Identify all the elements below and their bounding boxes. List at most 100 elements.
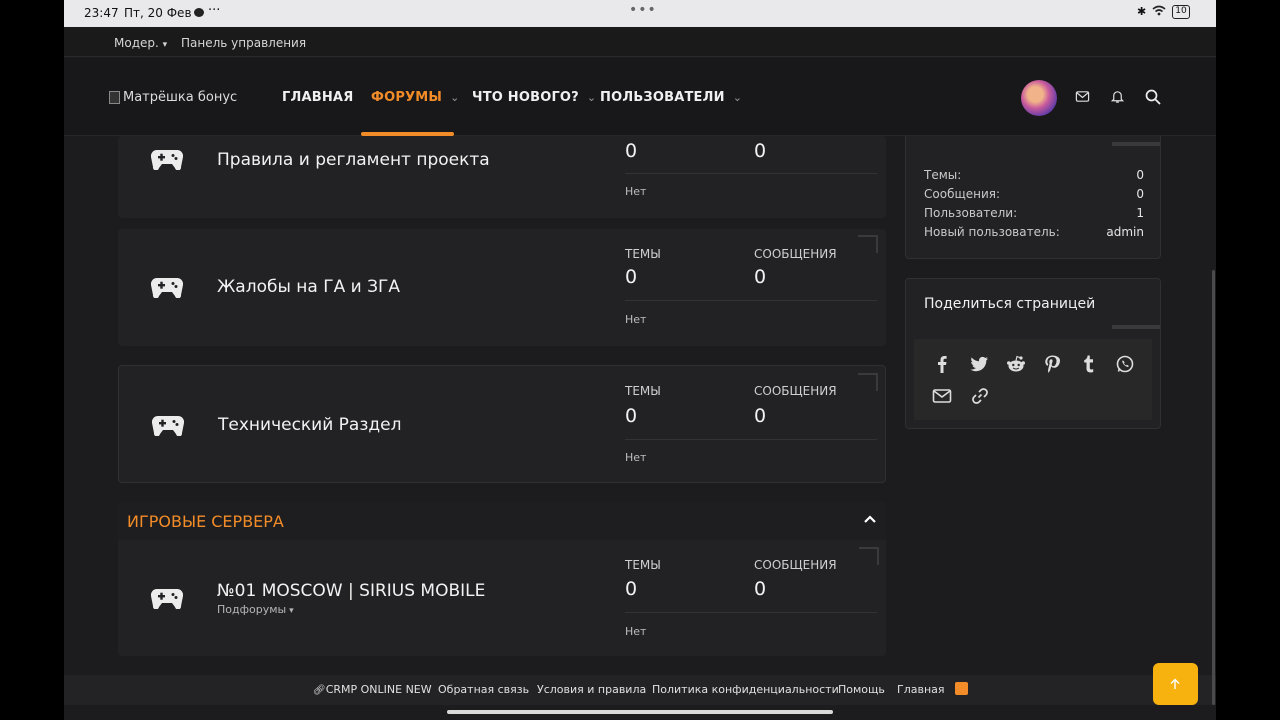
moderator-label: Модер. [114,36,159,50]
chevron-down-icon[interactable]: ⌄ [733,91,742,104]
avatar[interactable] [1021,80,1057,116]
gamepad-icon [151,277,183,298]
stat-row-messages: Сообщения: 0 [924,187,1144,201]
forum-title[interactable]: №01 MOSCOW | SIRIUS MOBILE [217,581,485,601]
moderator-menu[interactable]: Модер. ▾ [114,36,167,50]
scroll-to-top-button[interactable] [1153,663,1198,705]
scrollbar[interactable] [1212,270,1215,705]
corner-decoration [859,547,879,565]
forum-node[interactable]: №01 MOSCOW | SIRIUS MOBILE Подфорумы ▾ Т… [118,540,886,656]
footer-privacy-link[interactable]: Политика конфиденциальности [652,683,839,696]
divider [625,300,877,301]
forum-title[interactable]: Правила и регламент проекта [217,150,490,170]
forum-title[interactable]: Технический Раздел [218,415,401,435]
twitter-icon[interactable] [969,354,989,374]
nav-forums[interactable]: ФОРУМЫ ⌄ [371,90,460,105]
clock: 23:47 [84,6,119,20]
stat-label: Сообщения: [924,187,1001,201]
nav-forums-label: ФОРУМЫ [371,90,443,105]
corner-decoration [858,235,878,253]
nav-whats-new-label: ЧТО НОВОГО? [472,90,579,105]
widget-accent-bar [1112,142,1160,146]
messages-count: 0 [754,266,767,288]
forum-node[interactable]: Жалобы на ГА и ЗГА ТЕМЫ СООБЩЕНИЯ 0 0 Не… [118,229,886,346]
site-logo[interactable]: Матрёшка бонус [109,90,237,105]
more-notifications: ··· [208,3,221,18]
multitask-dots[interactable]: ••• [629,2,657,18]
stat-row-members: Пользователи: 1 [924,206,1144,220]
browser-viewport: 23:47 Пт, 20 Фев ··· ••• ✱ 10 Модер. ▾ П… [64,0,1216,720]
status-bar: 23:47 Пт, 20 Фев ··· ••• ✱ 10 [64,0,1216,27]
last-post: Нет [625,185,647,198]
footer-help-link[interactable]: Помощь [838,683,885,696]
last-post: Нет [625,625,647,638]
stat-value: 0 [1136,187,1144,201]
footer-home-link[interactable]: 🔗︎CRMP ONLINE NEW [313,683,432,696]
footer-link-label: CRMP ONLINE NEW [325,683,432,696]
facebook-icon[interactable] [932,354,952,374]
wifi-icon [1152,5,1166,19]
category-title[interactable]: ИГРОВЫЕ СЕРВЕРА [127,512,284,531]
admin-panel-link[interactable]: Панель управления [181,36,306,50]
chevron-down-icon: ▾ [286,606,294,616]
nav-whats-new[interactable]: ЧТО НОВОГО? ⌄ [472,90,596,105]
battery-indicator: 10 [1172,5,1190,19]
inbox-icon[interactable] [1075,89,1091,105]
stat-value: 1 [1136,206,1144,220]
nav-members-label: ПОЛЬЗОВАТЕЛИ [600,90,725,105]
reddit-icon[interactable] [1006,354,1026,374]
footer-bar: 🔗︎CRMP ONLINE NEW Обратная связь Условия… [64,675,1216,705]
chevron-up-icon[interactable] [862,511,878,527]
nav-home[interactable]: ГЛАВНАЯ [282,90,353,105]
pinterest-icon[interactable] [1042,354,1062,374]
bell-icon[interactable] [1110,89,1126,105]
forum-node[interactable]: Технический Раздел ТЕМЫ СООБЩЕНИЯ 0 0 Не… [118,365,886,483]
stat-label: Новый пользователь: [924,225,1060,239]
forum-node[interactable]: Правила и регламент проекта 0 0 Нет [118,136,886,218]
newest-member-link[interactable]: admin [1106,225,1144,239]
divider [625,173,877,174]
divider [625,612,877,613]
gamepad-icon [151,588,183,609]
chevron-down-icon[interactable]: ⌄ [587,91,596,104]
footer-feedback-link[interactable]: Обратная связь [438,683,529,696]
threads-label: ТЕМЫ [625,558,661,572]
category-header: ИГРОВЫЕ СЕРВЕРА [118,502,886,540]
messages-label: СООБЩЕНИЯ [754,247,837,261]
chevron-down-icon[interactable]: ⌄ [450,91,459,104]
messages-label: СООБЩЕНИЯ [754,384,837,398]
logo-alt-text: Матрёшка бонус [123,90,238,105]
subforums-toggle[interactable]: Подфорумы ▾ [217,603,294,616]
search-icon[interactable] [1145,89,1161,105]
messages-label: СООБЩЕНИЯ [754,558,837,572]
gamepad-icon [151,149,183,170]
messages-count: 0 [754,405,767,427]
link-icon: 🔗︎ [313,685,326,696]
link-icon[interactable] [970,386,990,406]
forum-statistics-widget: Темы: 0 Сообщения: 0 Пользователи: 1 Новый … [905,136,1161,259]
threads-count: 0 [625,578,638,600]
footer-main-link[interactable]: Главная [897,683,945,696]
arrow-up-icon [1170,678,1180,689]
rss-icon[interactable] [955,682,968,695]
tumblr-icon[interactable] [1079,354,1099,374]
threads-label: ТЕМЫ [625,247,661,261]
date: Пт, 20 Фев [124,6,192,20]
main-navbar: Матрёшка бонус ГЛАВНАЯ ФОРУМЫ ⌄ ЧТО НОВОГ… [64,58,1216,136]
share-buttons [914,339,1152,420]
chevron-down-icon: ▾ [162,40,168,50]
threads-count: 0 [625,405,638,427]
last-post: Нет [625,451,647,464]
home-indicator[interactable] [447,710,833,714]
messages-count: 0 [754,140,767,162]
divider [625,439,877,440]
forum-title[interactable]: Жалобы на ГА и ЗГА [217,277,400,297]
email-icon[interactable] [932,386,952,406]
whatsapp-icon[interactable] [1115,354,1135,374]
system-icons: ✱ 10 [1137,5,1190,19]
gamepad-icon [152,415,184,436]
stat-value: 0 [1136,168,1144,182]
widget-accent-bar [1112,325,1160,329]
nav-members[interactable]: ПОЛЬЗОВАТЕЛИ ⌄ [600,90,742,105]
footer-terms-link[interactable]: Условия и правила [537,683,646,696]
